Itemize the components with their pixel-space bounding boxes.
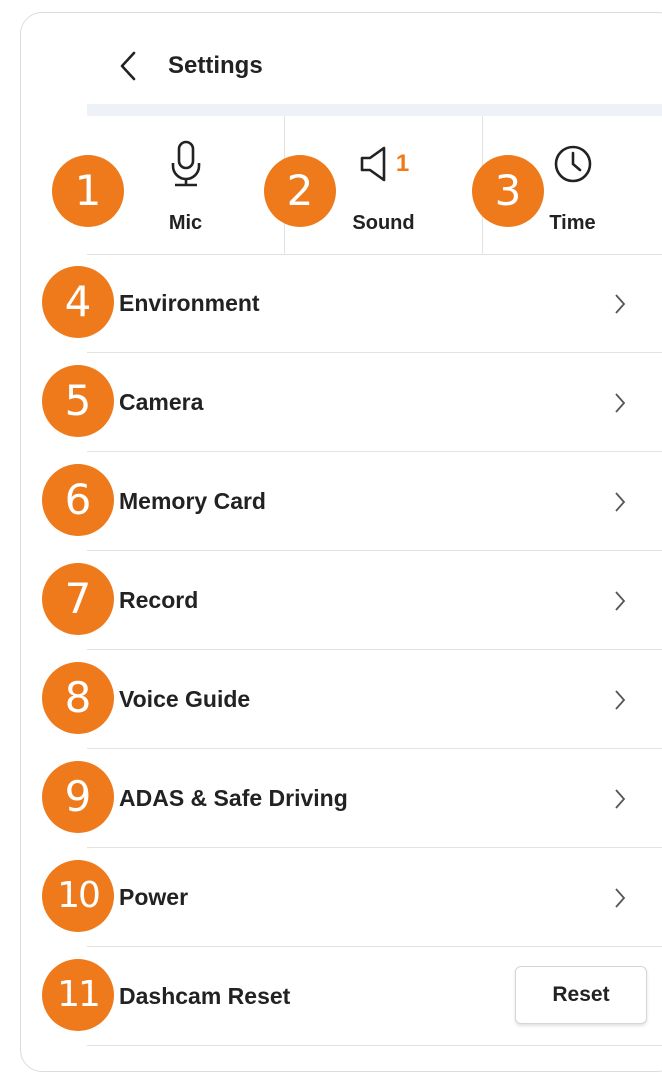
chevron-right-icon	[615, 393, 626, 413]
callout-marker: 6	[42, 464, 114, 536]
callout-marker: 3	[472, 155, 544, 227]
header: Settings	[118, 44, 263, 88]
menu-item-record[interactable]: Record	[87, 551, 662, 650]
quick-settings-bar: Mic 1 Sound Time	[87, 116, 662, 255]
chevron-right-icon	[615, 789, 626, 809]
callout-marker: 8	[42, 662, 114, 734]
callout-marker: 11	[42, 959, 114, 1031]
clock-icon	[554, 145, 591, 183]
sound-count-badge: 1	[395, 150, 410, 177]
menu-item-label: ADAS & Safe Driving	[119, 785, 348, 811]
quick-setting-label: Mic	[168, 212, 203, 234]
menu-item-label: Environment	[119, 290, 260, 316]
callout-marker: 5	[42, 365, 114, 437]
menu-item-label: Memory Card	[119, 488, 266, 514]
chevron-right-icon	[615, 690, 626, 710]
callout-marker: 7	[42, 563, 114, 635]
chevron-right-icon	[615, 591, 626, 611]
menu-item-camera[interactable]: Camera	[87, 353, 662, 452]
callout-marker: 9	[42, 761, 114, 833]
menu-item-label: Camera	[119, 389, 204, 415]
chevron-right-icon	[615, 888, 626, 908]
menu-item-voice-guide[interactable]: Voice Guide	[87, 650, 662, 749]
menu-item-adas[interactable]: ADAS & Safe Driving	[87, 749, 662, 848]
back-button[interactable]	[118, 46, 146, 86]
callout-marker: 10	[42, 860, 114, 932]
chevron-right-icon	[615, 294, 626, 314]
chevron-left-icon	[120, 51, 136, 81]
chevron-right-icon	[615, 492, 626, 512]
reset-button[interactable]: Reset	[515, 966, 647, 1024]
page-title: Settings	[168, 52, 263, 79]
callout-marker: 2	[264, 155, 336, 227]
menu-item-environment[interactable]: Environment	[87, 254, 662, 353]
menu-item-label: Record	[119, 587, 199, 613]
menu-item-memory-card[interactable]: Memory Card	[87, 452, 662, 551]
menu-item-label: Power	[119, 884, 189, 910]
menu-item-label: Voice Guide	[119, 686, 251, 712]
callout-marker: 1	[52, 155, 124, 227]
microphone-icon	[171, 140, 200, 187]
callout-marker: 4	[42, 266, 114, 338]
menu-item-power[interactable]: Power	[87, 848, 662, 947]
header-divider	[87, 104, 662, 116]
dashcam-reset-row: Dashcam Reset Reset	[87, 947, 662, 1046]
dashcam-reset-label: Dashcam Reset	[119, 983, 291, 1009]
speaker-icon	[360, 146, 386, 182]
